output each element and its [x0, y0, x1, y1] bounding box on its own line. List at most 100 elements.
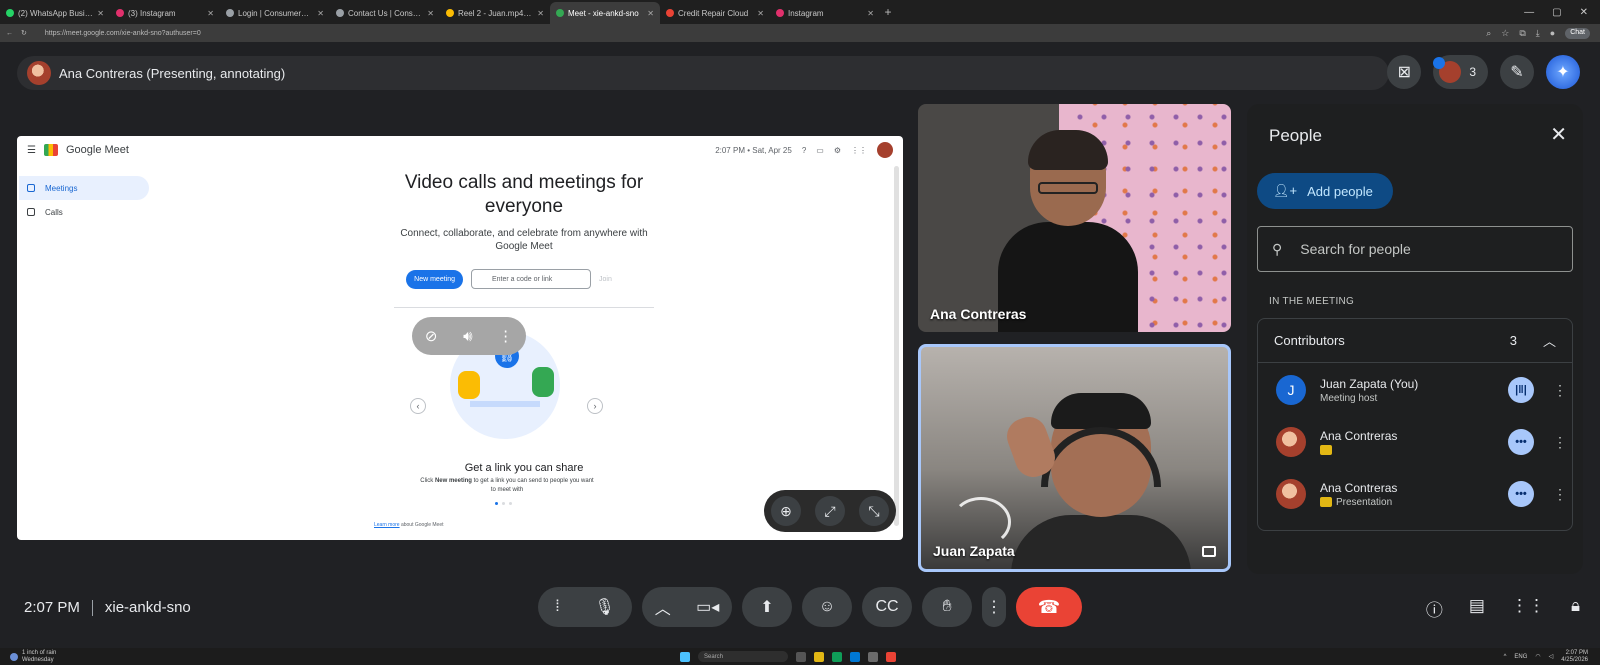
chat-button[interactable]: Chat — [1565, 27, 1590, 39]
tab-whatsapp[interactable]: (2) WhatsApp Business ✕ — [0, 2, 110, 24]
close-icon[interactable]: ✕ — [427, 9, 434, 18]
panel-title: People — [1269, 126, 1322, 145]
captions-button[interactable]: CC — [862, 587, 912, 627]
microphone-control: ⁞ 🎙︎ — [538, 587, 632, 627]
raise-hand-button[interactable]: ✋︎ — [922, 587, 972, 627]
video-tile-juan[interactable]: Juan Zapata — [918, 344, 1231, 572]
chevron-up-icon[interactable]: ^ — [1504, 654, 1507, 660]
more-options-button[interactable]: ⋮ — [982, 587, 1006, 627]
close-icon[interactable]: ✕ — [647, 9, 654, 18]
wifi-icon[interactable]: ◠ — [1535, 653, 1540, 660]
profile-icon[interactable]: ● — [1550, 28, 1555, 39]
more-vert-icon[interactable]: ⋮ — [1548, 486, 1572, 503]
tab-instagram[interactable]: (3) Instagram ✕ — [110, 2, 220, 24]
help-icon[interactable]: ? — [802, 146, 806, 155]
download-icon[interactable]: ⤓ — [1536, 28, 1540, 39]
tab-google-drive[interactable]: Reel 2 - Juan.mp4 - Google Drive ✕ — [440, 2, 550, 24]
windows-start-icon[interactable] — [680, 651, 690, 662]
participants-button[interactable]: 3 — [1433, 55, 1488, 89]
tile-name: Ana Contreras — [930, 306, 1027, 322]
close-icon[interactable]: ✕ — [537, 9, 544, 18]
video-tile-ana[interactable]: Ana Contreras — [918, 104, 1231, 332]
volume-icon[interactable]: ◁ — [1549, 653, 1554, 660]
volume-icon[interactable]: 🔊︎ — [463, 328, 472, 345]
close-icon[interactable]: ✕ — [757, 9, 764, 18]
taskbar-search[interactable]: Search — [698, 651, 788, 662]
nav-meetings[interactable]: Meetings — [19, 176, 149, 200]
new-tab-button[interactable]: + — [880, 5, 896, 19]
zoom-icon[interactable]: ⌕ — [1486, 28, 1491, 39]
tab-credit-repair[interactable]: Credit Repair Cloud ✕ — [660, 2, 770, 24]
more-vert-icon[interactable]: ⋮ — [1548, 434, 1572, 451]
app-icon[interactable] — [886, 651, 896, 662]
present-button[interactable]: ⬆ — [742, 587, 792, 627]
gemini-button[interactable]: ✦ — [1546, 55, 1580, 89]
close-window-icon[interactable]: ✕ — [1580, 7, 1588, 18]
more-vert-icon[interactable]: ⋮ — [498, 327, 513, 345]
join-button[interactable]: Join — [599, 276, 612, 283]
search-icon: ⚲ — [1272, 240, 1283, 257]
lang-indicator[interactable]: ENG — [1514, 654, 1527, 660]
chrome-icon[interactable] — [832, 651, 842, 662]
star-icon[interactable]: ☆ — [1501, 28, 1509, 39]
mic-icon[interactable]: 🎙︎ — [594, 597, 614, 617]
open-new-window-icon[interactable]: ⤢ — [815, 496, 845, 526]
reload-icon[interactable]: ↻ — [21, 29, 27, 37]
minimize-icon[interactable]: — — [1524, 7, 1534, 18]
zoom-in-icon[interactable]: ⊕ — [771, 496, 801, 526]
chevron-up-icon[interactable]: ︿ — [655, 595, 671, 619]
weather-widget[interactable]: 1 inch of rain Wednesday — [0, 650, 56, 664]
add-people-button[interactable]: 👤︎+ Add people — [1257, 173, 1393, 209]
task-view-icon[interactable] — [796, 651, 806, 662]
reactions-button[interactable]: ☺ — [802, 587, 852, 627]
new-meeting-button[interactable]: New meeting — [406, 269, 463, 289]
nav-calls[interactable]: Calls — [19, 200, 149, 224]
chevron-up-icon[interactable]: ︿ — [1543, 331, 1556, 350]
picture-in-picture-icon[interactable] — [1202, 546, 1216, 557]
presenting-bar: Ana Contreras (Presenting, annotating) — [17, 56, 1389, 90]
close-icon[interactable]: ✕ — [1550, 122, 1567, 147]
carousel-next-button[interactable]: › — [587, 398, 603, 414]
close-icon[interactable]: ✕ — [207, 9, 214, 18]
extensions-icon[interactable]: ⧉ — [1519, 28, 1525, 39]
tab-contact-us[interactable]: Contact Us | ConsumerDirect, Inc.✕ — [330, 2, 440, 24]
settings-icon[interactable]: ⚙ — [834, 146, 841, 155]
host-controls-icon[interactable]: 🔒︎ — [1571, 596, 1580, 621]
search-people-input[interactable]: ⚲ Search for people — [1257, 226, 1573, 272]
unpin-icon[interactable]: ⊘ — [425, 327, 438, 345]
close-icon[interactable]: ✕ — [97, 9, 104, 18]
chat-icon[interactable]: ▤ — [1469, 596, 1485, 621]
menu-icon[interactable]: ☰ — [27, 145, 36, 156]
file-explorer-icon[interactable] — [814, 651, 824, 662]
carousel-prev-button[interactable]: ‹ — [410, 398, 426, 414]
close-icon[interactable]: ✕ — [317, 9, 324, 18]
learn-more-link[interactable]: Learn more — [374, 522, 400, 528]
call-controls: ⁞ 🎙︎ ︿ ▭◂ ⬆ ☺ CC ✋︎ ⋮ ☎ — [538, 587, 1082, 627]
clock[interactable]: 2:07 PM 4/25/2026 — [1561, 650, 1588, 664]
feedback-icon[interactable]: ▭ — [816, 146, 824, 155]
meeting-code-input[interactable]: Enter a code or link — [471, 269, 591, 289]
more-vert-icon[interactable]: ⋮ — [1548, 382, 1572, 399]
url-field[interactable]: https://meet.google.com/xie-ankd-sno?aut… — [45, 30, 1478, 37]
search-placeholder: Search for people — [1300, 241, 1411, 257]
scrollbar[interactable] — [894, 166, 899, 526]
annotate-button[interactable]: ✎ — [1500, 55, 1534, 89]
tab-instagram-2[interactable]: Instagram ✕ — [770, 2, 880, 24]
tab-meet[interactable]: Meet - xie-ankd-sno ✕ — [550, 2, 660, 24]
edge-icon[interactable] — [850, 651, 860, 662]
back-icon[interactable]: ← — [6, 30, 13, 37]
info-icon[interactable]: ⓘ — [1426, 596, 1443, 621]
apps-icon[interactable]: ⋮⋮ — [851, 146, 867, 155]
camera-icon[interactable]: ▭◂ — [696, 597, 719, 617]
participant-count: 3 — [1469, 65, 1476, 79]
close-icon[interactable]: ✕ — [867, 9, 874, 18]
tab-consumerdirect-login[interactable]: Login | ConsumerDirect Affiliate P... ✕ — [220, 2, 330, 24]
leave-call-button[interactable]: ☎ — [1016, 587, 1082, 627]
contributors-header[interactable]: Contributors 3 ︿ — [1258, 319, 1572, 363]
maximize-icon[interactable]: ▢ — [1552, 7, 1561, 18]
activities-icon[interactable]: ⋮⋮ — [1511, 596, 1545, 621]
avatar[interactable] — [877, 142, 893, 158]
store-icon[interactable] — [868, 651, 878, 662]
fullscreen-icon[interactable]: ⤡ — [859, 496, 889, 526]
stop-annotation-button[interactable]: ⊠ — [1387, 55, 1422, 89]
